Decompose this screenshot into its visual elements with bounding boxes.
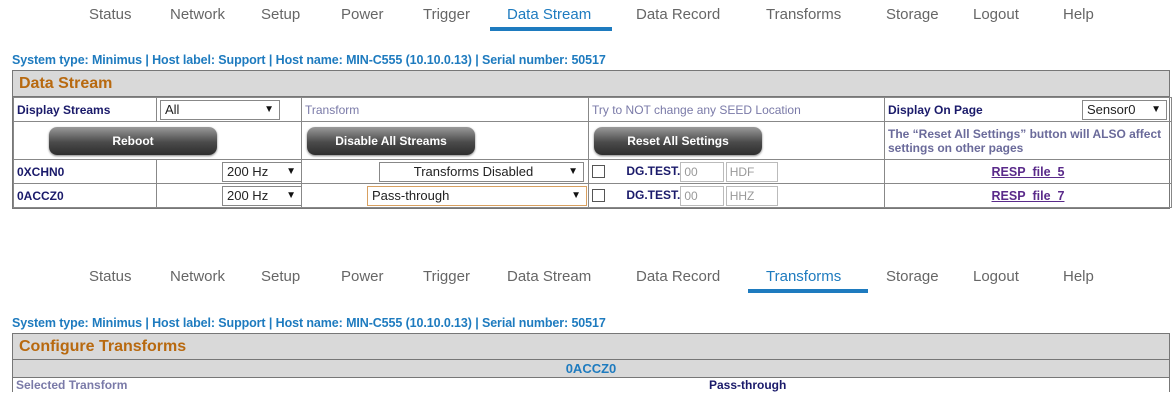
transform-cell: Pass-through ▼ [301,183,589,208]
resp-cell: RESP_file_7 [884,183,1172,208]
reset-all-settings-button[interactable]: Reset All Settings [594,126,762,155]
resp-link[interactable]: RESP_file_5 [992,165,1065,179]
reboot-button[interactable]: Reboot [49,126,217,155]
nav-storage[interactable]: Storage [886,268,939,285]
rate-value: 200 Hz [227,187,269,203]
panel-title: Configure Transforms [13,334,1169,360]
selected-transform-value: Pass-through [709,378,787,392]
display-on-page-cell: Display On Page Sensor0 ▼ [884,97,1172,122]
disable-all-streams-button[interactable]: Disable All Streams [307,126,475,155]
nav-data-stream[interactable]: Data Stream [507,6,591,23]
nav-help[interactable]: Help [1063,6,1094,23]
rate-select[interactable]: 200 Hz ▼ [222,161,302,182]
nav-setup[interactable]: Setup [261,6,300,23]
nav-network[interactable]: Network [170,6,225,23]
top-nav-transforms: Status Network Setup Power Trigger Data … [0,262,1175,300]
selected-transform-row: Selected Transform Pass-through [13,378,1169,392]
location-input[interactable]: 00 [680,185,725,206]
nav-logout[interactable]: Logout [973,6,1019,23]
checkbox-icon[interactable] [592,165,605,178]
display-streams-label: Display Streams [13,97,157,122]
stream-name: 0XCHN0 [13,159,157,184]
nav-network[interactable]: Network [170,268,225,285]
display-on-page-label: Display On Page [888,102,983,117]
dropdown-arrow-icon: ▼ [286,165,296,177]
reboot-cell: Reboot [13,121,302,160]
display-streams-cell: All ▼ [156,97,302,122]
nav-logout[interactable]: Logout [973,268,1019,285]
system-info: System type: Minimus | Host label: Suppo… [12,316,606,330]
checkbox-icon[interactable] [592,189,605,202]
dropdown-arrow-icon: ▼ [286,189,296,201]
nav-data-stream[interactable]: Data Stream [507,268,591,285]
nav-storage[interactable]: Storage [886,6,939,23]
reset-settings-cell: Reset All Settings [588,121,885,160]
nav-trigger[interactable]: Trigger [423,6,470,23]
system-info: System type: Minimus | Host label: Suppo… [12,53,606,67]
table-row: 0XCHN0 200 Hz ▼ Transforms Disabled ▼ DG… [13,159,1172,184]
channel-input[interactable]: HDF [725,161,778,182]
reset-note: The “Reset All Settings” button will ALS… [884,121,1172,160]
nav-status[interactable]: Status [89,6,132,23]
transform-value: Pass-through [372,187,450,203]
table-row: 0ACCZ0 200 Hz ▼ Pass-through ▼ DG.TEST. 0… [13,183,1172,208]
nav-power[interactable]: Power [341,6,384,23]
transform-header: Transform [301,97,589,122]
resp-cell: RESP_file_5 [884,159,1172,184]
stream-name: 0ACCZ0 [13,183,157,208]
panel-title: Data Stream [13,71,1169,97]
nav-active-indicator [490,27,612,31]
dropdown-arrow-icon: ▼ [264,103,274,115]
transform-select[interactable]: Transforms Disabled ▼ [379,161,584,182]
disable-streams-cell: Disable All Streams [301,121,589,160]
seed-prefix: DG.TEST. [626,187,681,202]
nav-help[interactable]: Help [1063,268,1094,285]
top-nav: Status Network Setup Power Trigger Data … [0,0,1175,38]
data-stream-table: Display Streams All ▼ Transform Try to N… [13,97,1172,208]
location-input[interactable]: 00 [680,161,725,182]
nav-transforms[interactable]: Transforms [766,6,841,23]
rate-cell: 200 Hz ▼ [156,183,302,208]
rate-value: 200 Hz [227,163,269,179]
nav-power[interactable]: Power [341,268,384,285]
seed-prefix: DG.TEST. [626,163,681,178]
nav-setup[interactable]: Setup [261,268,300,285]
dropdown-arrow-icon: ▼ [571,189,581,201]
nav-data-record[interactable]: Data Record [636,268,720,285]
dropdown-arrow-icon: ▼ [568,165,578,177]
transform-select[interactable]: Pass-through ▼ [367,185,587,206]
rate-select[interactable]: 200 Hz ▼ [222,185,302,206]
nav-active-indicator [748,289,868,293]
seed-cell: DG.TEST. 00 HDF [588,159,885,184]
display-streams-value: All [165,101,180,117]
transform-value: Transforms Disabled [413,163,534,179]
channel-input[interactable]: HHZ [725,185,778,206]
rate-cell: 200 Hz ▼ [156,159,302,184]
channel-header: 0ACCZ0 [13,360,1169,378]
display-streams-select[interactable]: All ▼ [160,99,280,120]
display-on-page-value: Sensor0 [1087,102,1136,117]
configure-transforms-panel: Configure Transforms 0ACCZ0 Selected Tra… [12,333,1170,392]
data-stream-panel: Data Stream Display Streams All ▼ Transf… [12,70,1172,209]
display-on-page-select[interactable]: Sensor0 ▼ [1082,100,1167,120]
resp-link[interactable]: RESP_file_7 [992,189,1065,203]
nav-trigger[interactable]: Trigger [423,268,470,285]
nav-status[interactable]: Status [89,268,132,285]
seed-cell: DG.TEST. 00 HHZ [588,183,885,208]
seed-note: Try to NOT change any SEED Location [588,97,885,122]
selected-transform-label: Selected Transform [16,378,128,392]
transform-cell: Transforms Disabled ▼ [301,159,589,184]
nav-data-record[interactable]: Data Record [636,6,720,23]
dropdown-arrow-icon: ▼ [1151,104,1161,115]
nav-transforms[interactable]: Transforms [766,268,841,285]
